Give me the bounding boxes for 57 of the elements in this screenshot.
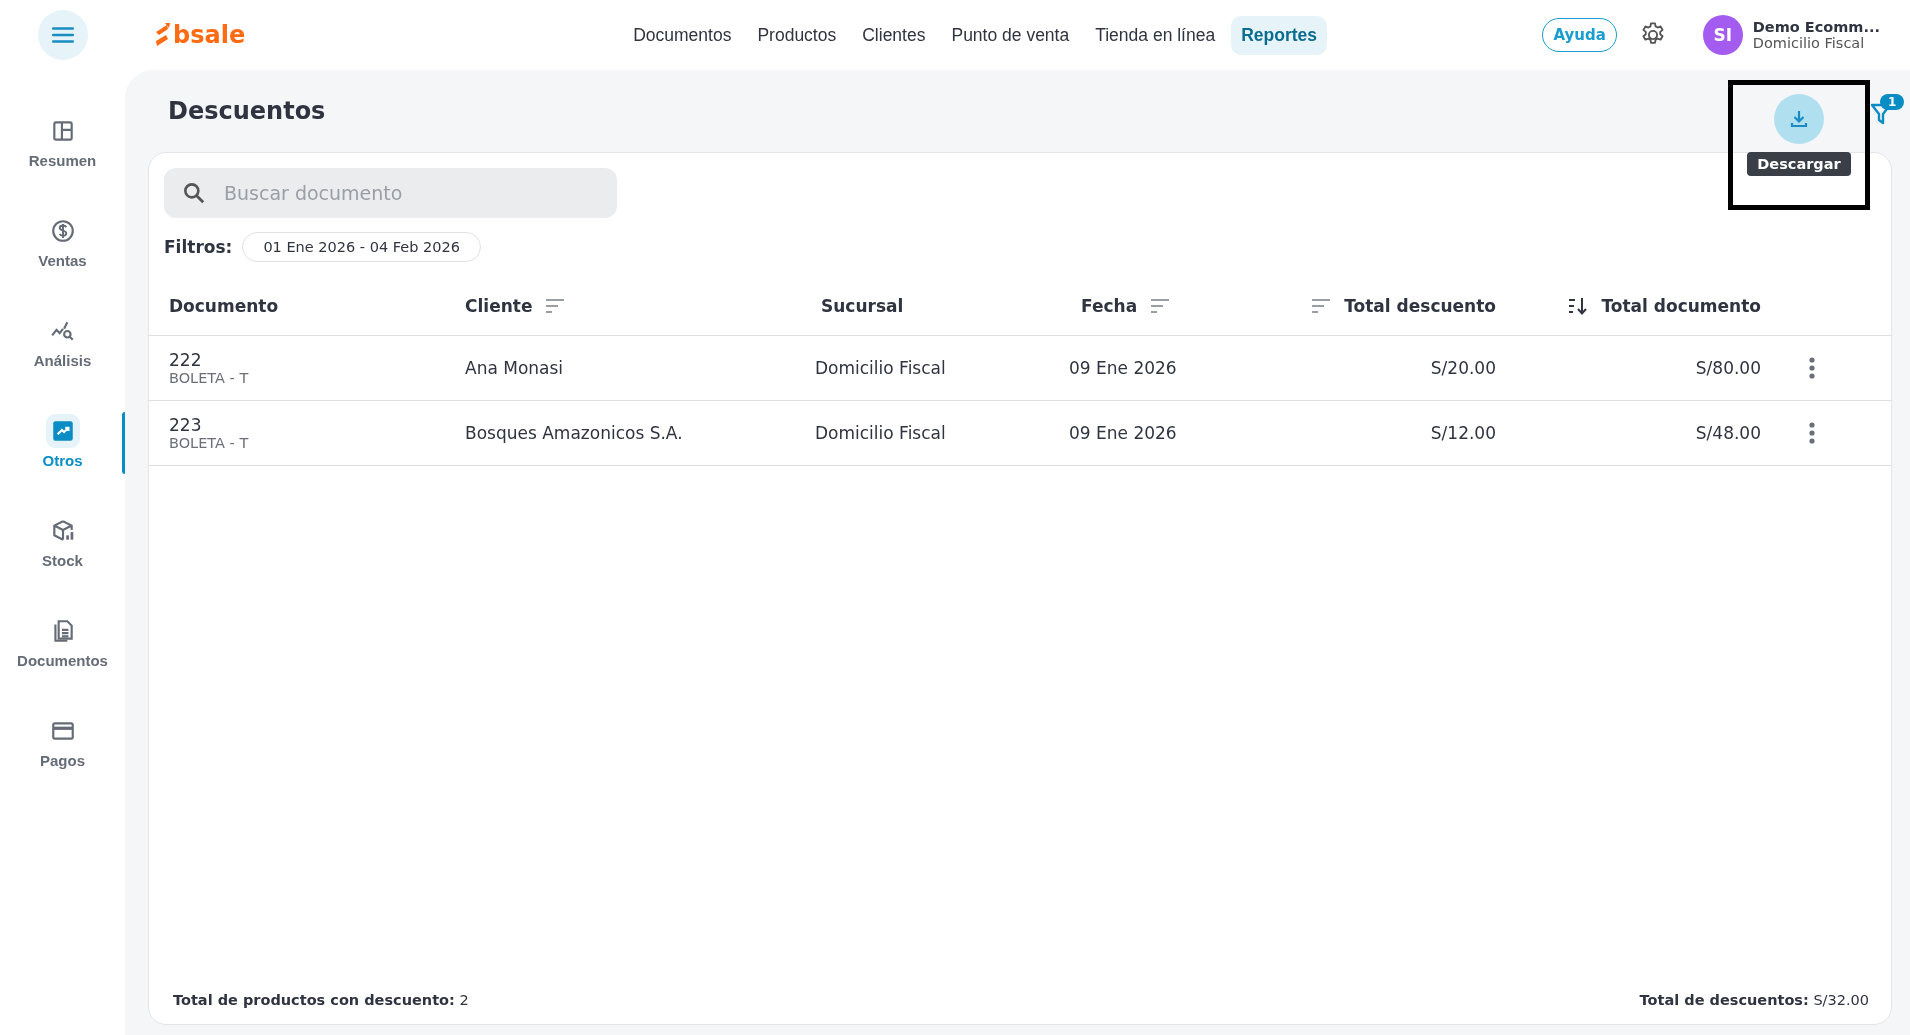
- sidebar-item[interactable]: Resumen: [0, 114, 125, 214]
- tooltip: Descargar: [1747, 152, 1851, 176]
- table-cell: S/48.00: [1695, 423, 1761, 443]
- total-products-text: Total de productos con descuento: 2: [173, 992, 469, 1008]
- document-number: 222: [169, 350, 203, 370]
- filter-chip[interactable]: 01 Ene 2026 - 04 Feb 2026: [242, 232, 481, 262]
- column-header: Total documento: [1601, 295, 1761, 316]
- logo[interactable]: bsale: [153, 21, 246, 49]
- search-field[interactable]: Buscar documento: [164, 168, 617, 218]
- sidebar-item[interactable]: Documentos: [0, 614, 125, 714]
- sort-icon[interactable]: [1310, 296, 1333, 315]
- page-title: Descuentos: [168, 97, 326, 125]
- table-cell: S/80.00: [1695, 358, 1761, 378]
- column-header: Fecha: [1081, 295, 1138, 316]
- table-cell: 09 Ene 2026: [1069, 358, 1177, 378]
- table-cell: S/12.00: [1430, 423, 1496, 443]
- sidebar-item[interactable]: Análisis: [0, 314, 125, 414]
- filters-label: Filtros:: [164, 237, 233, 257]
- dollar-icon: [49, 218, 76, 244]
- sidebar-item[interactable]: Pagos: [0, 714, 125, 814]
- sort-icon[interactable]: [1149, 296, 1172, 315]
- table-cell: Domicilio Fiscal: [815, 358, 946, 378]
- nav-tab[interactable]: Punto de venta: [941, 15, 1080, 55]
- logo-icon: [153, 22, 171, 48]
- document-type: BOLETA - T: [169, 370, 250, 386]
- nav-tab[interactable]: Tienda en línea: [1085, 15, 1226, 55]
- user-branch: Domicilio Fiscal: [1752, 35, 1866, 51]
- sort-descending-icon[interactable]: [1567, 296, 1590, 315]
- search-icon: [181, 180, 207, 206]
- download-button[interactable]: [1774, 94, 1824, 144]
- user-name: Demo Ecomm...: [1752, 19, 1880, 35]
- table-cell: Ana Monasi: [465, 358, 564, 378]
- column-header: Sucursal: [821, 295, 904, 316]
- more-icon[interactable]: [1808, 422, 1816, 444]
- document-number: 223: [169, 415, 203, 435]
- column-header: Documento: [169, 295, 279, 316]
- user-avatar[interactable]: SI: [1702, 15, 1743, 55]
- logo-text: bsale: [173, 21, 246, 49]
- table-cell: 09 Ene 2026: [1069, 423, 1177, 443]
- table-cell: Bosques Amazonicos S.A.: [465, 423, 683, 443]
- more-icon[interactable]: [1808, 357, 1816, 379]
- sort-icon[interactable]: [544, 296, 567, 315]
- total-discounts-text: Total de descuentos: S/32.00: [1639, 992, 1869, 1008]
- column-header: Total descuento: [1344, 295, 1496, 316]
- table-cell: S/20.00: [1430, 358, 1496, 378]
- nav-tab[interactable]: Documentos: [623, 15, 742, 55]
- nav-tab[interactable]: Clientes: [852, 15, 936, 55]
- sidebar-item[interactable]: Ventas: [0, 214, 125, 314]
- table-cell: Domicilio Fiscal: [815, 423, 946, 443]
- menu-button[interactable]: [38, 10, 88, 60]
- count-badge: 1: [1880, 94, 1905, 110]
- nav-tab[interactable]: Reportes: [1231, 15, 1328, 55]
- column-header: Cliente: [465, 295, 533, 316]
- document-type: BOLETA - T: [169, 435, 250, 451]
- help-button[interactable]: Ayuda: [1542, 18, 1617, 52]
- nav-tab[interactable]: Productos: [747, 15, 847, 55]
- sidebar-item[interactable]: Stock: [0, 514, 125, 614]
